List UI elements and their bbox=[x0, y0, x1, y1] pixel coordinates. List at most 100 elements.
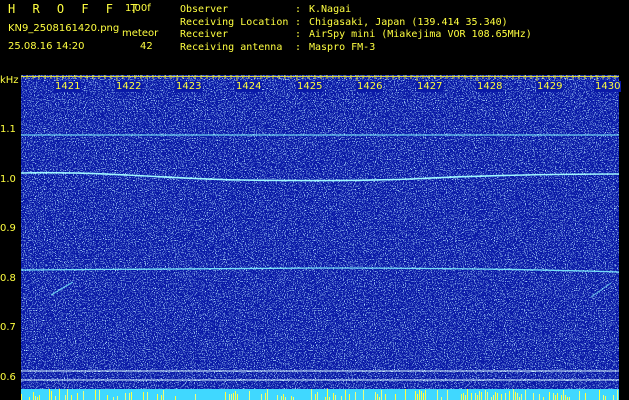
band-spike bbox=[447, 390, 448, 400]
band-spike bbox=[603, 395, 604, 400]
info-value: K.Nagai bbox=[309, 4, 352, 15]
detection-count: 42 bbox=[140, 41, 153, 52]
y-tick-label: 0.6 bbox=[0, 372, 16, 383]
band-spike bbox=[465, 395, 466, 400]
band-spike bbox=[21, 394, 22, 400]
band-spike bbox=[395, 394, 396, 400]
band-spike bbox=[59, 389, 60, 400]
header-panel: H R O F F T 1.00f KN9_2508161420.png met… bbox=[0, 0, 629, 75]
info-row-observer: Observer: K.Nagai bbox=[180, 4, 352, 15]
band-spike bbox=[237, 394, 238, 400]
x-tick-label: 1430 bbox=[594, 81, 622, 92]
band-spike bbox=[617, 390, 618, 400]
band-spike bbox=[311, 389, 312, 400]
noise-texture bbox=[21, 75, 619, 400]
info-value: AirSpy mini (Miakejima VOR 108.65MHz) bbox=[309, 29, 532, 40]
band-spike bbox=[231, 394, 232, 400]
band-spike bbox=[235, 391, 236, 400]
app-title: H R O F F T bbox=[8, 2, 143, 16]
band-spike bbox=[579, 391, 580, 400]
band-spike bbox=[513, 389, 514, 400]
band-spike bbox=[557, 393, 558, 400]
band-spike bbox=[477, 395, 478, 400]
band-spike bbox=[117, 396, 118, 400]
version-label: 1.00f bbox=[125, 3, 151, 14]
band-spike bbox=[437, 390, 438, 400]
x-tick-label: 1423 bbox=[175, 81, 203, 92]
info-row-receiver: Receiver: AirSpy mini (Miakejima VOR 108.… bbox=[180, 29, 532, 40]
info-value: Chigasaki, Japan (139.414 35.340) bbox=[309, 16, 508, 28]
band-base bbox=[21, 389, 619, 400]
band-spike bbox=[315, 394, 316, 400]
band-spike bbox=[561, 395, 562, 400]
band-spike bbox=[521, 394, 522, 400]
bottom-detection-band bbox=[21, 389, 619, 400]
y-tick-label: 0.8 bbox=[0, 273, 16, 284]
band-spike bbox=[233, 393, 234, 400]
band-spike bbox=[291, 396, 292, 400]
band-spike bbox=[549, 392, 550, 400]
band-spike bbox=[225, 392, 226, 400]
mode-label: meteor bbox=[122, 28, 159, 39]
band-spike bbox=[341, 396, 342, 400]
right-margin bbox=[619, 75, 629, 400]
band-spike bbox=[175, 396, 176, 400]
band-spike bbox=[555, 395, 556, 400]
band-spike bbox=[419, 390, 420, 400]
band-spike bbox=[125, 393, 126, 400]
info-key: Observer bbox=[180, 4, 229, 15]
band-spike bbox=[553, 393, 554, 400]
band-spike bbox=[283, 394, 284, 400]
spectrogram-canvas bbox=[21, 75, 619, 400]
band-spike bbox=[51, 391, 52, 400]
band-spike bbox=[525, 390, 526, 400]
band-spike bbox=[613, 395, 614, 400]
band-spike bbox=[487, 392, 488, 400]
band-spike bbox=[49, 389, 50, 400]
band-spike bbox=[161, 395, 162, 400]
band-spike bbox=[39, 395, 40, 400]
band-spike bbox=[377, 394, 378, 400]
band-spike bbox=[143, 392, 144, 400]
band-spike bbox=[423, 393, 424, 400]
info-row-antenna: Receiving antenna: Maspro FM-3 bbox=[180, 41, 376, 53]
band-spike bbox=[77, 393, 78, 400]
band-spike bbox=[505, 393, 506, 400]
info-key: Receiving Location bbox=[180, 16, 289, 28]
band-spike bbox=[425, 390, 426, 400]
band-spike bbox=[229, 394, 230, 400]
band-spike bbox=[539, 394, 540, 400]
band-spike bbox=[33, 392, 34, 400]
band-spike bbox=[277, 395, 278, 400]
band-spike bbox=[249, 391, 250, 400]
band-spike bbox=[467, 389, 468, 400]
band-spike bbox=[107, 395, 108, 400]
band-spike bbox=[421, 391, 422, 400]
band-spike bbox=[55, 396, 56, 400]
band-spike bbox=[67, 389, 68, 400]
info-key: Receiving antenna bbox=[180, 41, 283, 53]
band-spike bbox=[375, 392, 376, 400]
band-spike bbox=[565, 395, 566, 400]
band-spike bbox=[481, 392, 482, 400]
band-spike bbox=[157, 394, 158, 400]
band-spike bbox=[415, 391, 416, 400]
band-spike bbox=[381, 390, 382, 400]
band-spike bbox=[83, 391, 84, 400]
band-spike bbox=[327, 389, 328, 400]
band-spike bbox=[461, 394, 462, 400]
band-spike bbox=[501, 394, 502, 400]
band-spike bbox=[463, 393, 464, 400]
band-spike bbox=[333, 393, 334, 400]
band-spike bbox=[385, 394, 386, 400]
y-tick-label: 0.7 bbox=[0, 322, 16, 333]
band-spike bbox=[317, 392, 318, 400]
band-spike bbox=[65, 395, 66, 400]
file-name: KN9_2508161420.png bbox=[8, 23, 120, 34]
band-spike bbox=[509, 391, 510, 400]
x-tick-label: 1428 bbox=[476, 81, 504, 92]
band-spike bbox=[563, 390, 564, 400]
y-tick-label: 1.1 bbox=[0, 124, 16, 135]
band-spike bbox=[129, 393, 130, 400]
info-row-location: Receiving Location: Chigasaki, Japan (139… bbox=[180, 16, 508, 28]
